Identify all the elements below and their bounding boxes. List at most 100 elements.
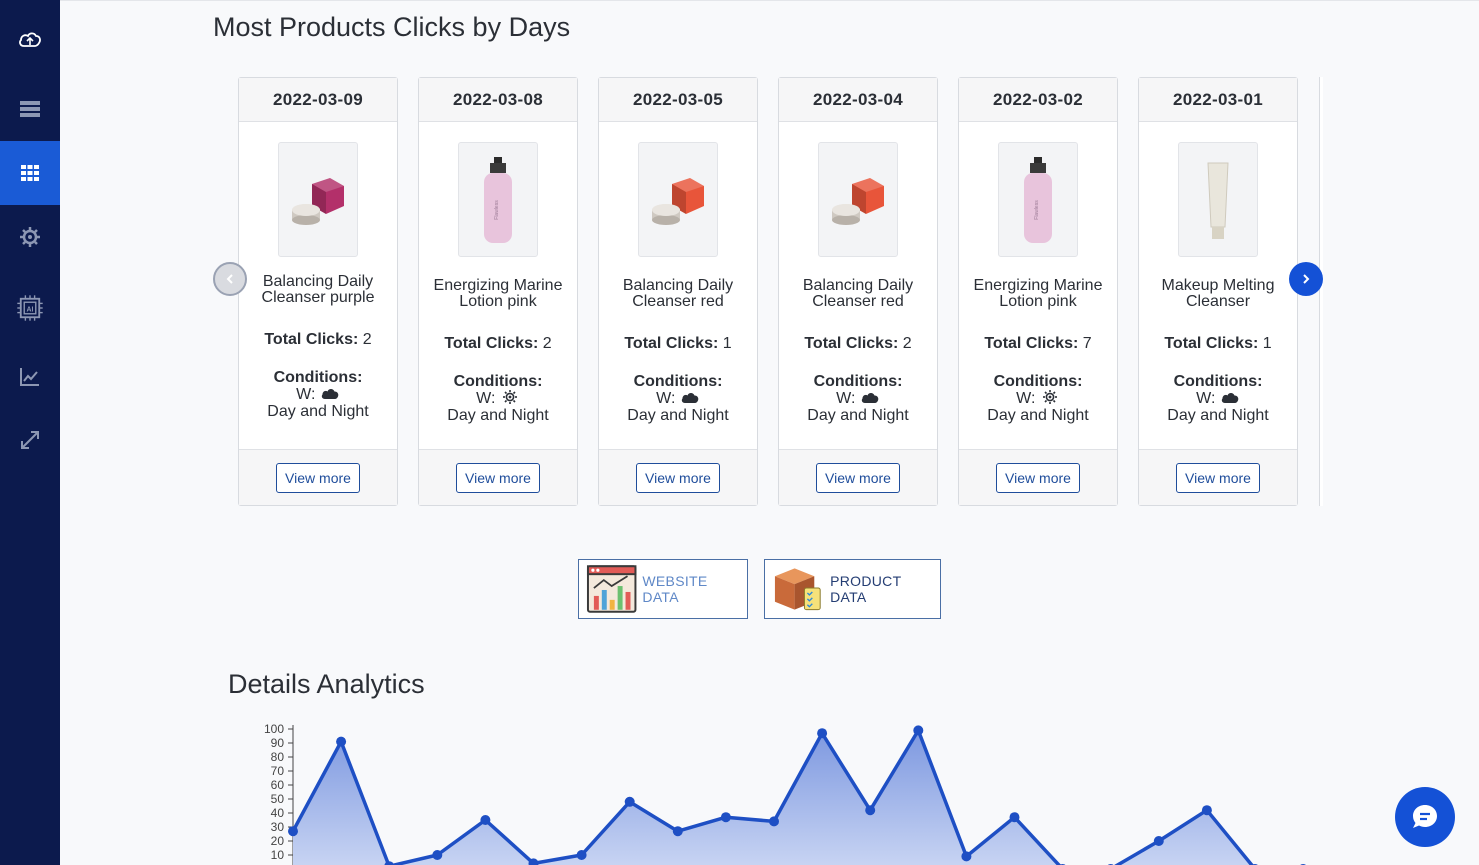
data-point[interactable] — [913, 725, 924, 736]
y-tick-label: 30 — [271, 820, 285, 834]
card-footer: View more — [239, 449, 397, 505]
total-clicks-label: Total Clicks: — [804, 335, 899, 352]
product-card: 2022-03-05 Balancing Daily Cleanser red To… — [598, 77, 758, 506]
weather-condition: W: — [959, 390, 1117, 407]
data-point[interactable] — [432, 850, 443, 860]
view-more-button[interactable]: View more — [996, 462, 1080, 493]
product-image: Flawless — [458, 142, 538, 257]
card-date: 2022-03-01 — [1139, 78, 1297, 122]
data-point[interactable] — [672, 826, 683, 837]
view-more-button[interactable]: View more — [636, 462, 720, 493]
card-date: 2022-03-04 — [779, 78, 937, 122]
carousel-next-button[interactable] — [1289, 262, 1323, 296]
main-content: Most Products Clicks by Days 2022-03-09 B… — [60, 0, 1479, 865]
product-image — [818, 142, 898, 257]
view-more-button[interactable]: View more — [276, 462, 360, 493]
data-point[interactable] — [1153, 836, 1164, 846]
total-clicks-label: Total Clicks: — [624, 335, 719, 352]
time-condition: Day and Night — [447, 407, 549, 424]
product-name: Energizing Marine Lotion pink — [973, 277, 1103, 310]
data-point[interactable] — [817, 728, 828, 739]
sidebar-item-settings[interactable] — [0, 205, 60, 269]
product-card: 2022-03-02 Flawless Energizing Marine Loti… — [958, 77, 1118, 506]
view-more-button[interactable]: View more — [816, 462, 900, 493]
time-condition: Day and Night — [807, 407, 909, 424]
time-condition: Day and Night — [267, 403, 369, 420]
next-card-peek — [1319, 77, 1323, 506]
section-title-analytics: Details Analytics — [228, 669, 425, 699]
total-clicks-value: 7 — [1082, 335, 1092, 352]
chevron-left-icon — [226, 274, 233, 284]
sidebar-item-expand[interactable] — [0, 408, 60, 472]
sidebar-item-grid[interactable] — [0, 141, 60, 205]
total-clicks-label: Total Clicks: — [444, 335, 539, 352]
chat-button[interactable] — [1395, 787, 1455, 847]
product-name: Balancing Daily Cleanser purple — [261, 273, 375, 306]
product-data-button[interactable]: PRODUCT DATA — [764, 559, 941, 619]
website-data-button[interactable]: WEBSITE DATA — [578, 559, 748, 619]
data-point[interactable] — [624, 796, 635, 807]
y-tick-label: 70 — [271, 764, 285, 778]
product-name: Balancing Daily Cleanser red — [622, 277, 734, 310]
data-point[interactable] — [769, 816, 779, 827]
data-point[interactable] — [1009, 812, 1020, 823]
card-body: Balancing Daily Cleanser red Total Clicks… — [779, 278, 937, 424]
data-point[interactable] — [576, 850, 587, 860]
product-image: Flawless — [998, 142, 1078, 257]
svg-text:Flawless: Flawless — [494, 199, 500, 219]
product-bottle-image: Flawless — [484, 156, 512, 243]
y-tick-label: 20 — [271, 834, 285, 848]
data-point[interactable] — [288, 826, 298, 837]
product-data-label: PRODUCT DATA — [830, 573, 902, 605]
view-more-button[interactable]: View more — [456, 462, 540, 493]
data-point[interactable] — [336, 736, 347, 747]
chat-bubble-icon — [1413, 805, 1437, 828]
view-more-button[interactable]: View more — [1176, 462, 1260, 493]
total-clicks: Total Clicks: 2 — [779, 336, 937, 352]
y-tick-label: 90 — [271, 736, 285, 750]
product-bottle-image: Flawless — [1024, 156, 1052, 243]
cloud-icon — [321, 389, 339, 399]
card-footer: View more — [959, 449, 1117, 505]
sidebar-item-cloud[interactable] — [0, 8, 60, 72]
conditions-label: Conditions: — [1173, 373, 1263, 390]
conditions-label: Conditions: — [993, 373, 1083, 390]
total-clicks-value: 1 — [1262, 335, 1272, 352]
sidebar-item-analytics[interactable] — [0, 345, 60, 409]
card-body: Energizing Marine Lotion pink Total Click… — [419, 278, 577, 424]
weather-label: W: — [656, 390, 676, 407]
card-footer: View more — [1139, 449, 1297, 505]
data-point[interactable] — [865, 805, 876, 816]
product-image — [1178, 142, 1258, 257]
total-clicks-label: Total Clicks: — [1164, 335, 1259, 352]
card-date: 2022-03-09 — [239, 78, 397, 122]
weather-label: W: — [1016, 390, 1036, 407]
chevron-right-icon — [1303, 274, 1310, 284]
carousel-prev-button[interactable] — [213, 262, 247, 296]
cloud-upload-icon — [19, 32, 41, 47]
data-point[interactable] — [1201, 805, 1212, 816]
gear-icon — [20, 227, 40, 247]
data-point[interactable] — [961, 851, 972, 862]
weather-condition: W: — [419, 390, 577, 407]
product-box-icon — [774, 568, 821, 611]
y-tick-label: 100 — [264, 722, 284, 736]
sidebar-item-server[interactable] — [0, 77, 60, 141]
cloud-icon — [861, 393, 879, 403]
website-data-label: WEBSITE DATA — [642, 573, 708, 605]
expand-icon — [21, 431, 39, 449]
product-jar-image — [292, 177, 344, 225]
data-point[interactable] — [720, 812, 731, 823]
sidebar-item-ai[interactable]: AI — [0, 276, 60, 340]
sun-icon — [502, 390, 517, 404]
analytics-area-chart: 102030405060708090100 — [264, 722, 1307, 865]
total-clicks: Total Clicks: 1 — [599, 336, 757, 352]
total-clicks: Total Clicks: 2 — [419, 336, 577, 352]
total-clicks-value: 2 — [902, 335, 912, 352]
data-point[interactable] — [480, 815, 491, 825]
total-clicks: Total Clicks: 7 — [959, 336, 1117, 352]
weather-label: W: — [476, 390, 496, 407]
product-card: 2022-03-09 Balancing Daily Cleanser purpl… — [238, 77, 398, 506]
y-tick-label: 60 — [271, 778, 285, 792]
y-tick-label: 40 — [271, 806, 285, 820]
